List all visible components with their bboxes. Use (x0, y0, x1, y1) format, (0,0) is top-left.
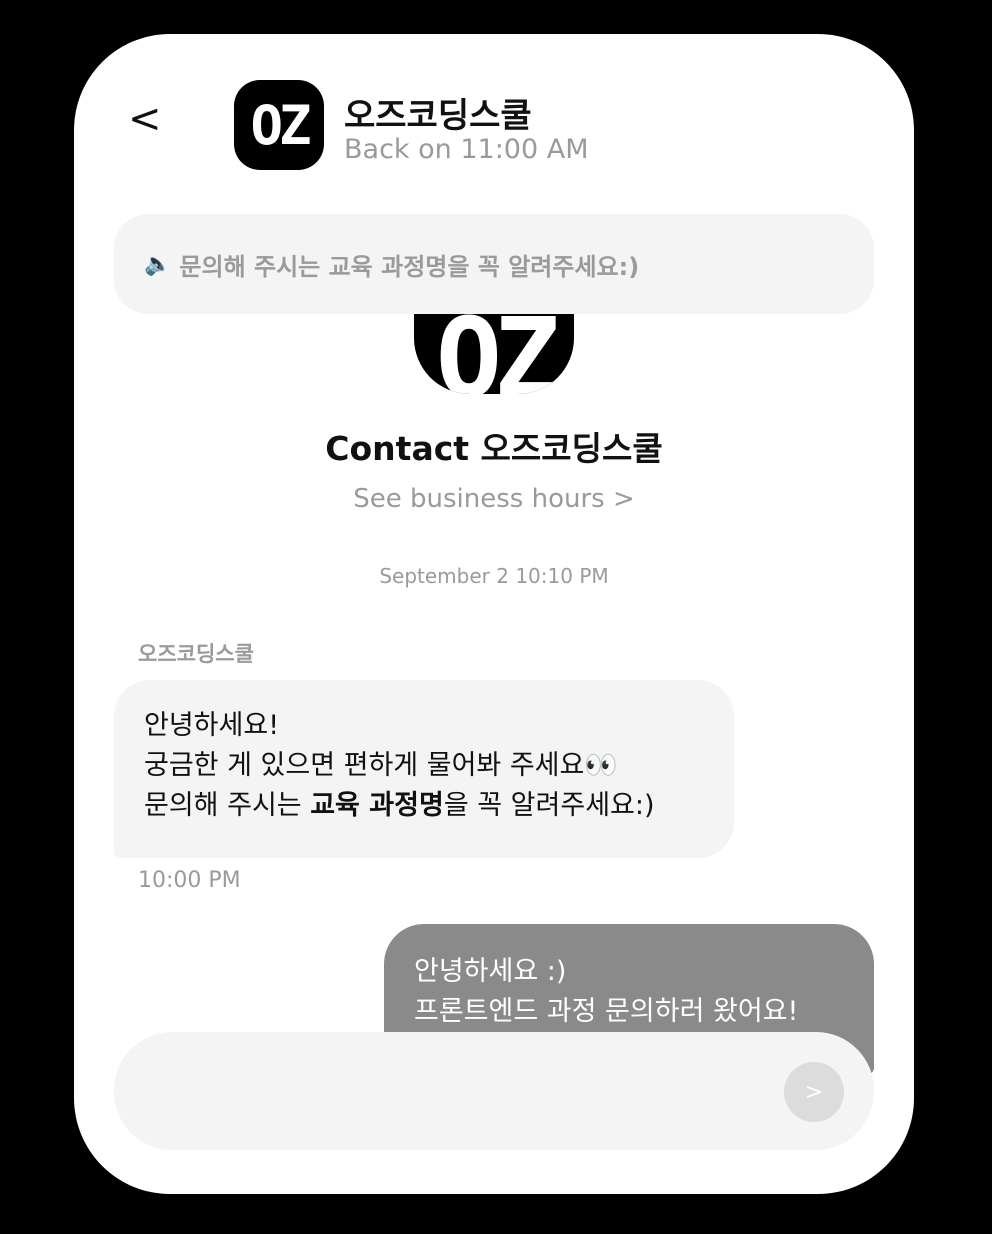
avatar: OZ (234, 80, 324, 170)
message-time: 10:00 PM (138, 868, 241, 893)
message-line: 안녕하세요 :) (414, 956, 567, 987)
send-icon: > (804, 1079, 824, 1105)
back-button[interactable]: < (128, 94, 162, 144)
date-divider: September 2 10:10 PM (379, 564, 609, 588)
status-text: Back on 11:00 AM (344, 134, 589, 165)
message-composer: > (114, 1032, 874, 1150)
chat-title: 오즈코딩스쿨 (344, 96, 532, 136)
chat-window: < OZ 오즈코딩스쿨 Back on 11:00 AM 🔈 문의해 주시는 교… (74, 34, 914, 1194)
message-input[interactable] (154, 1062, 758, 1122)
contact-title: Contact 오즈코딩스쿨 (325, 429, 663, 468)
business-hours-link[interactable]: See business hours > (74, 484, 914, 514)
message-line: 궁금한 게 있으면 편하게 물어봐 주세요👀 (144, 750, 618, 781)
incoming-message: 안녕하세요! 궁금한 게 있으면 편하게 물어봐 주세요👀 문의해 주시는 교육… (114, 680, 734, 858)
message-bold-text: 교육 과정명 (310, 790, 444, 821)
send-button[interactable]: > (784, 1062, 844, 1122)
speaker-icon: 🔈 (144, 251, 172, 277)
message-line: 안녕하세요! (144, 710, 280, 741)
message-line: 문의해 주시는 교육 과정명을 꼭 알려주세요:) (144, 786, 704, 826)
sender-name: 오즈코딩스쿨 (138, 642, 254, 666)
message-text: 문의해 주시는 (144, 790, 311, 821)
notice-text: 문의해 주시는 교육 과정명을 꼭 알려주세요:) (179, 252, 640, 281)
message-text: 을 꼭 알려주세요:) (443, 790, 655, 821)
logo-text: OZ (250, 93, 311, 157)
message-line: 프론트엔드 과정 문의하러 왔어요! (414, 996, 799, 1027)
notice-banner[interactable]: 🔈 문의해 주시는 교육 과정명을 꼭 알려주세요:) (114, 214, 874, 314)
